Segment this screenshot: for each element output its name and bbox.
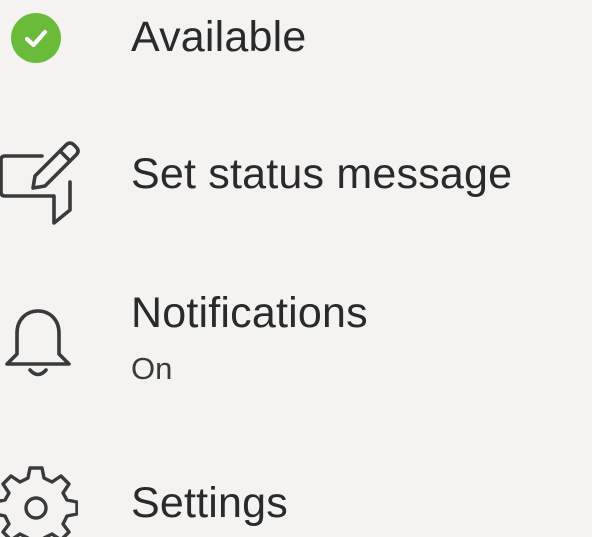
bell-icon: [5, 309, 71, 377]
check-circle-icon: [11, 13, 61, 63]
menu-item-label: Set status message: [131, 150, 513, 198]
notifications-status: On: [131, 351, 173, 386]
gear-icon: [0, 466, 78, 537]
menu-item-label: Settings: [131, 479, 288, 527]
menu-item-notifications[interactable]: Notifications On: [0, 280, 592, 390]
menu-item-set-status-message[interactable]: Set status message: [0, 130, 592, 230]
profile-menu: Available Set status message Notificatio…: [0, 0, 592, 537]
menu-item-label: Available: [131, 13, 307, 61]
edit-message-icon: [0, 141, 80, 225]
menu-item-available[interactable]: Available: [0, 0, 592, 80]
menu-item-settings[interactable]: Settings: [0, 450, 592, 537]
menu-item-label: Notifications: [131, 289, 368, 337]
